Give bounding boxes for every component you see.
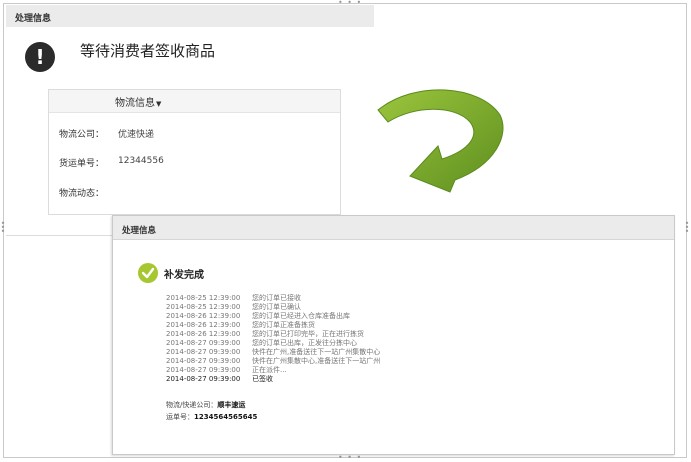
tracking-row: 2014-08-27 09:39:00 正在派件... (166, 366, 287, 374)
carrier-line: 物流/快递公司：顺丰速运 (166, 400, 245, 410)
tracking-list: 2014-08-25 12:39:00 您的订单已接收 2014-08-25 12… (166, 294, 380, 384)
tracking-row: 2014-08-26 12:39:00 您的订单正准备拣货 (166, 321, 315, 329)
reissue-panel: 处理信息 补发完成 2014-08-25 12:39:00 您的订单已接收 201… (112, 215, 675, 455)
resize-handle-bottom[interactable]: • • • (338, 454, 362, 462)
carrier-label: 物流/快递公司： (166, 401, 218, 409)
waybill-value: 12344556 (118, 156, 164, 166)
caret-down-icon: ▼ (156, 100, 162, 108)
tracking-row: 2014-08-25 12:39:00 您的订单已确认 (166, 303, 301, 311)
waybill-line: 运单号：1234564565645 (166, 412, 257, 422)
resize-handle-left[interactable]: • • • (0, 220, 6, 236)
tracking-row: 2014-08-25 12:39:00 您的订单已接收 (166, 294, 301, 302)
company-value: 优速快递 (118, 130, 155, 140)
tracking-row: 2014-08-26 12:39:00 您的订单已打印完毕，正在进行拣货 (166, 330, 364, 338)
panel-header: 处理信息 (6, 5, 374, 27)
resize-handle-right[interactable]: • • • (684, 220, 690, 236)
status-title: 补发完成 (164, 270, 204, 281)
check-icon (138, 263, 158, 283)
logistics-tab-label: 物流信息 (115, 98, 155, 109)
curved-arrow-icon (377, 89, 504, 193)
dynamics-label: 物流动态： (59, 189, 105, 199)
logistics-box: 物流信息▼ 物流公司： 优速快递 货运单号： 12344556 物流动态： (48, 89, 341, 215)
tracking-row: 2014-08-27 09:39:00 快件在广州集散中心,准备送往下一站广州 (166, 357, 381, 365)
waybill-label: 运单号： (166, 413, 194, 421)
divider (6, 235, 112, 236)
tracking-row: 2014-08-27 09:39:00 快件在广州,准备送往下一站广州集散中心 (166, 348, 381, 356)
tracking-row: 2014-08-26 12:39:00 您的订单已经进入仓库准备出库 (166, 312, 350, 320)
panel-header: 处理信息 (113, 216, 674, 240)
company-label: 物流公司： (59, 130, 105, 140)
tracking-row: 2014-08-27 09:39:00 已签收 (166, 375, 273, 383)
carrier-value: 顺丰速运 (217, 401, 246, 409)
logistics-tab[interactable]: 物流信息▼ (49, 90, 340, 113)
waybill-value: 1234564565645 (194, 413, 258, 421)
exclamation-icon: ! (25, 42, 55, 72)
status-title: 等待消费者签收商品 (80, 42, 216, 60)
tracking-row: 2014-08-27 09:39:00 您的订单已出库，正发往分拣中心 (166, 339, 357, 347)
waybill-label: 货运单号： (59, 159, 105, 169)
